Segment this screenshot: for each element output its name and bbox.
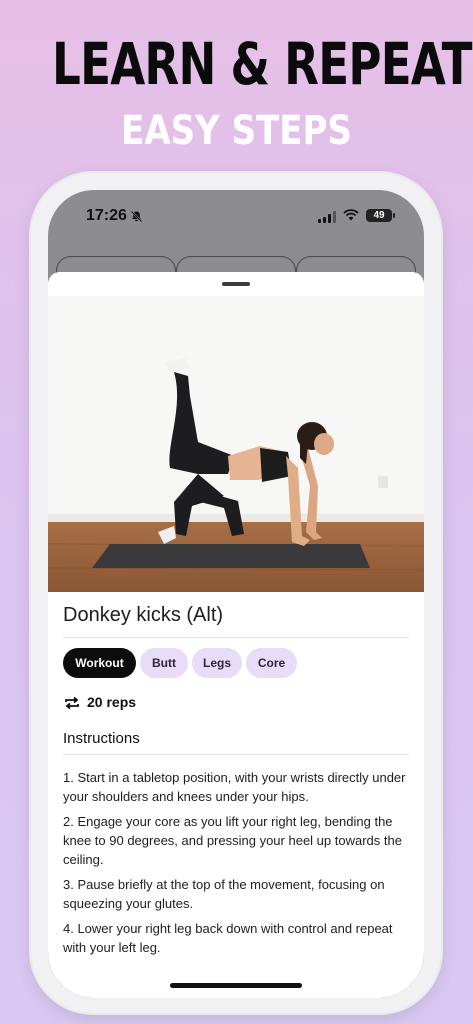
instruction-steps: 1. Start in a tabletop position, with yo… [63,768,413,963]
battery-icon: 49 [366,209,395,222]
tag-chip-core[interactable]: Core [246,648,297,678]
bell-slash-icon [130,210,143,226]
instructions-divider [63,754,409,755]
tag-chip-workout[interactable]: Workout [63,648,136,678]
tag-chip-butt[interactable]: Butt [140,648,188,678]
cellular-signal-icon [318,211,336,223]
promo-headline: LEARN & REPEAT [52,30,472,98]
status-time: 17:26 [86,207,127,224]
exercise-detail-sheet: Donkey kicks (Alt) Workout Butt Legs Cor… [48,272,424,998]
promo-subheadline: EASY STEPS [121,108,352,154]
reps-count: 20 reps [87,694,137,710]
instruction-step: 3. Pause briefly at the top of the movem… [63,877,385,911]
instruction-step: 4. Lower your right leg back down with c… [63,921,393,955]
exercise-photo [48,296,424,592]
status-bar: 17:26 49 [48,190,424,242]
home-indicator[interactable] [170,983,302,988]
tag-chip-legs[interactable]: Legs [192,648,242,678]
instruction-step: 1. Start in a tabletop position, with yo… [63,770,406,804]
exercise-title: Donkey kicks (Alt) [63,604,224,626]
wifi-icon [343,208,359,222]
phone-frame: 17:26 49 Donkey kicks (Alt) Workout Butt… [31,173,441,1013]
repeat-icon [63,694,81,712]
instruction-step: 2. Engage your core as you lift your rig… [63,814,402,867]
sheet-grabber-handle[interactable] [222,282,250,286]
phone-screen: 17:26 49 Donkey kicks (Alt) Workout Butt… [48,190,424,998]
title-divider [63,637,409,638]
instructions-heading: Instructions [63,730,140,747]
